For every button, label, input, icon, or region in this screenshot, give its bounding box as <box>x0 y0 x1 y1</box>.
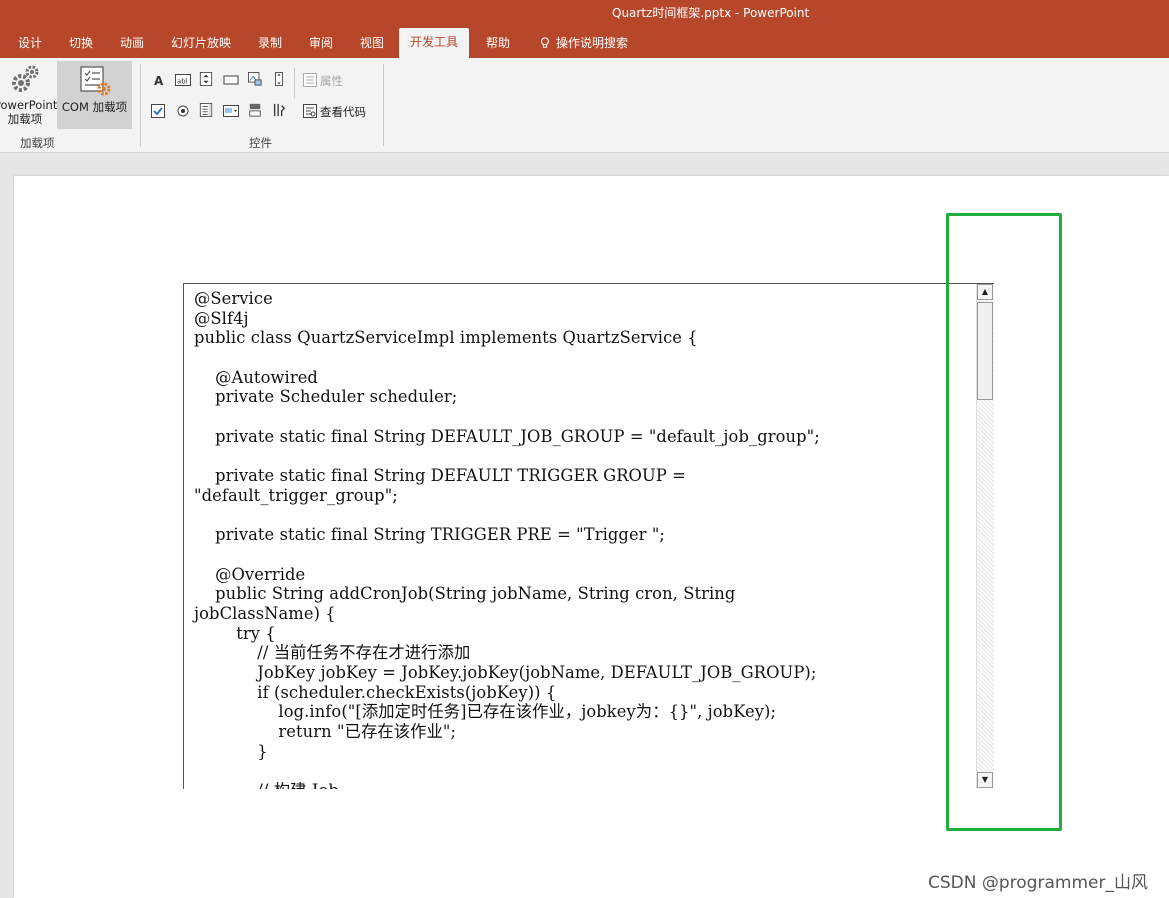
code-line: if (scheduler.checkExists(jobKey)) { <box>194 682 557 702</box>
com-addins-icon <box>79 66 110 96</box>
tab-help[interactable]: 帮助 <box>486 34 510 51</box>
option-button-icon[interactable] <box>176 104 190 118</box>
code-line: jobClassName) { <box>194 604 336 623</box>
code-line: @Service <box>194 289 273 308</box>
tab-animations[interactable]: 动画 <box>120 34 144 51</box>
tell-me-search[interactable]: 操作说明搜索 <box>540 34 628 51</box>
gears-icon <box>12 65 39 92</box>
watermark-text: CSDN @programmer_山风 <box>928 873 1148 893</box>
properties-icon <box>303 73 317 87</box>
tab-transitions[interactable]: 切换 <box>69 34 93 51</box>
group-separator <box>140 64 141 146</box>
tab-view[interactable]: 视图 <box>360 34 384 51</box>
separator-small <box>294 68 295 98</box>
code-content: @Service @Slf4j public class QuartzService… <box>194 289 984 789</box>
ribbon: PowerPoint 加载项 COM 加载项 加载项 A abl 属性 查看代码… <box>0 58 1169 153</box>
ribbon-tab-bar: 设计 切换 动画 幻灯片放映 录制 审阅 视图 开发工具 帮助 操作说明搜索 <box>0 26 1169 58</box>
code-line: @Override <box>194 564 306 584</box>
code-line: JobKey jobKey = JobKey.jobKey(jobName, D… <box>194 663 817 683</box>
code-textbox[interactable]: @Service @Slf4j public class QuartzService… <box>183 283 994 789</box>
powerpoint-addins-label-2: 加载项 <box>7 112 43 126</box>
code-line: "default_trigger_group"; <box>194 485 398 505</box>
label-control-icon[interactable]: A <box>152 73 166 87</box>
view-code-button[interactable]: 查看代码 <box>320 104 366 120</box>
code-line: } <box>194 741 268 761</box>
com-addins-label: COM 加载项 <box>61 100 128 114</box>
scrollbar-icon[interactable] <box>272 72 286 86</box>
tell-me-label: 操作说明搜索 <box>556 36 629 50</box>
workspace-background <box>0 152 1169 176</box>
spin-button-icon[interactable] <box>199 72 213 86</box>
textbox-control-icon[interactable]: abl <box>175 73 191 87</box>
powerpoint-addins-label-1: PowerPoint <box>0 98 58 112</box>
code-line: @Slf4j <box>194 308 249 328</box>
toggle-button-icon[interactable] <box>248 103 262 117</box>
lightbulb-icon <box>541 37 549 48</box>
more-controls-icon[interactable] <box>271 103 287 117</box>
addins-group-label: 加载项 <box>20 136 55 150</box>
svg-text:abl: abl <box>177 78 188 86</box>
tab-slideshow[interactable]: 幻灯片放映 <box>171 34 231 51</box>
window-title: Quartz时间框架.pptx - PowerPoint <box>612 6 810 20</box>
properties-button[interactable]: 属性 <box>320 73 343 89</box>
highlight-annotation-box <box>946 213 1062 831</box>
checkbox-icon[interactable] <box>151 104 165 118</box>
powerpoint-addins-button[interactable]: PowerPoint 加载项 <box>0 61 58 129</box>
code-line: // 构建 Job <box>194 781 984 789</box>
code-line: private static final String DEFAULT_JOB_… <box>194 426 820 446</box>
title-bar: Quartz时间框架.pptx - PowerPoint <box>0 0 1169 26</box>
group-separator <box>383 64 384 146</box>
code-line: private Scheduler scheduler; <box>194 387 458 407</box>
combobox-icon[interactable] <box>223 104 239 118</box>
code-line: private static final String DEFAULT TRIG… <box>194 466 686 486</box>
code-line: log.info("[添加定时任务]已存在该作业，jobkey为：{}", jo… <box>194 702 777 722</box>
view-code-icon <box>303 104 317 118</box>
code-line: public class QuartzServiceImpl implement… <box>194 328 698 348</box>
code-line: try { <box>194 623 276 643</box>
tab-review[interactable]: 审阅 <box>309 34 333 51</box>
code-line: // 当前任务不存在才进行添加 <box>194 643 471 663</box>
com-addins-button[interactable]: COM 加载项 <box>57 61 132 129</box>
code-line: return "已存在该作业"; <box>194 722 457 742</box>
tab-developer[interactable]: 开发工具 <box>399 28 470 58</box>
code-line: public String addCronJob(String jobName,… <box>194 584 736 604</box>
tab-record[interactable]: 录制 <box>258 34 282 51</box>
listbox-icon[interactable] <box>199 103 213 117</box>
command-button-icon[interactable] <box>223 73 239 87</box>
code-line: @Autowired <box>194 367 318 387</box>
image-control-icon[interactable] <box>247 72 263 86</box>
svg-text:A: A <box>154 74 164 87</box>
code-line: private static final String TRIGGER PRE … <box>194 525 666 545</box>
tab-design[interactable]: 设计 <box>18 34 42 51</box>
controls-group-label: 控件 <box>249 136 272 150</box>
